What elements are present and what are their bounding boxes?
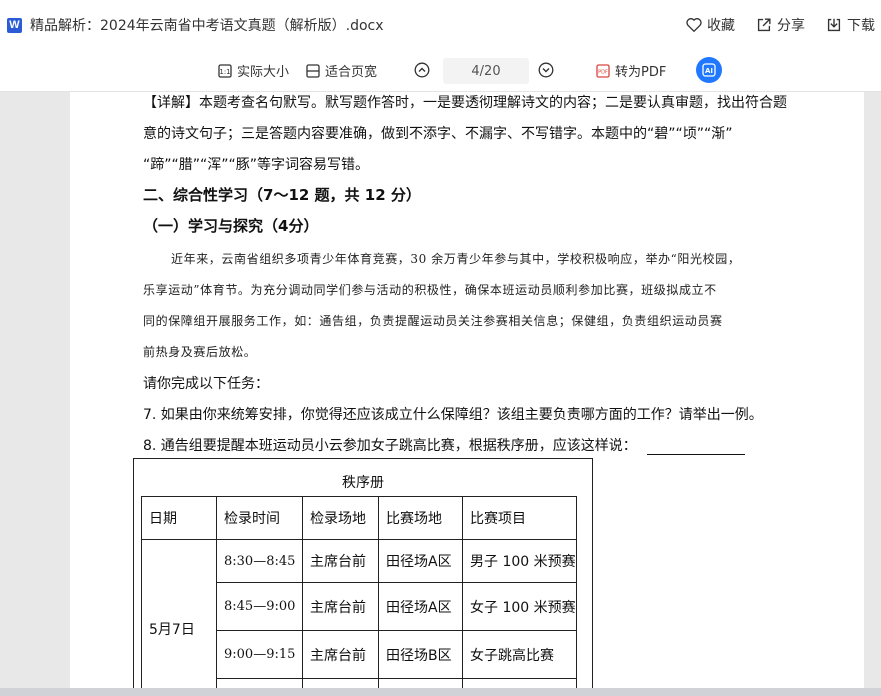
table-cell [216,678,303,688]
passage-line-3: 同的保障组开展服务工作，如：通告组，负责提醒运动员关注参赛相关信息；保健组，负责… [143,314,723,328]
share-icon [757,18,771,32]
table-cell: 女子 100 米预赛 [462,582,577,631]
schedule-table-caption: 秩序册 [342,475,384,491]
header-checkin-time: 检录时间 [216,496,303,540]
header-competition-venue: 比赛场地 [378,496,463,540]
svg-text:AI: AI [705,67,713,75]
ai-assistant-button[interactable]: AI [696,57,722,83]
share-label: 分享 [777,18,805,34]
to-pdf-label: 转为PDF [615,65,667,80]
actual-size-icon: 1:1 [218,63,232,78]
answer-blank [646,441,745,455]
fit-page-icon [306,63,320,78]
analysis-line-2: 意的诗文句子；三是答题内容要准确，做到不添字、不漏字、不写错字。本题中的“碧”“… [143,126,733,142]
fit-page-button[interactable]: 适合页宽 [306,50,377,91]
question-8: 8. 通告组要提醒本班运动员小云参加女子跳高比赛，根据秩序册，应该这样说： [143,435,745,455]
svg-text:1:1: 1:1 [219,68,230,76]
task-intro: 请你完成以下任务： [143,376,269,392]
sub-heading: （一）学习与探究（4分） [143,217,319,235]
title-actions: 收藏 分享 下载 [665,0,875,50]
download-label: 下载 [847,18,875,34]
table-cell: 田径场A区 [378,582,463,631]
date-cell: 5月7日 [141,539,217,688]
schedule-table: 日期 检录时间 检录场地 比赛场地 比赛项目 5月7日 8:30—8:45 主席… [141,496,577,688]
passage-line-2: 乐享运动”体育节。为充分调动同学们参与活动的积极性，确保本班运动员顺利参加比赛，… [143,283,717,297]
download-button[interactable]: 下载 [825,15,875,35]
next-page-icon[interactable] [538,62,554,78]
table-cell: 8:30—8:45 [216,539,303,583]
ai-assistant-icon: AI [702,63,716,77]
title-bar: W 精品解析：2024年云南省中考语文真题（解析版）.docx 收藏 分享 下载 [0,0,881,50]
document-page: 【详解】本题考查名句默写。默写题作答时，一是要透彻理解诗文的内容；二是要认真审题… [70,92,864,688]
convert-to-pdf-button[interactable]: PDF 转为PDF [596,50,666,91]
table-cell: 8:45—9:00 [216,582,303,631]
table-cell: 主席台前 [302,582,379,631]
actual-size-label: 实际大小 [237,65,290,80]
table-cell: 田径场B区 [378,630,463,679]
passage-line-4: 前热身及赛后放松。 [143,345,257,359]
analysis-line-1: 【详解】本题考查名句默写。默写题作答时，一是要透彻理解诗文的内容；二是要认真审题… [143,95,787,111]
table-cell: 男子 100 米预赛 [462,539,577,583]
word-logo-icon: W [7,17,22,33]
table-cell [378,678,463,688]
favorite-button[interactable]: 收藏 [685,15,735,35]
share-button[interactable]: 分享 [755,15,805,35]
table-cell: 主席台前 [302,630,379,679]
table-header-row: 日期 检录时间 检录场地 比赛场地 比赛项目 [141,496,577,540]
actual-size-button[interactable]: 1:1 实际大小 [218,50,289,91]
table-cell: 田径场A区 [378,539,463,583]
prev-page-icon[interactable] [414,62,430,78]
viewer-toolbar: 1:1 实际大小 适合页宽 4/20 PDF 转为PDF [0,50,881,92]
download-icon [827,18,841,32]
document-title: 精品解析：2024年云南省中考语文真题（解析版）.docx [30,18,384,34]
table-cell: 女子跳高比赛 [462,630,577,679]
table-cell: 9:00—9:15 [216,630,303,679]
section-heading: 二、综合性学习（7～12 题，共 12 分） [143,186,421,204]
header-checkin-venue: 检录场地 [302,496,379,540]
horizontal-scrollbar[interactable] [0,688,881,696]
question-8-text: 8. 通告组要提醒本班运动员小云参加女子跳高比赛，根据秩序册，应该这样说： [143,438,637,454]
header-date: 日期 [141,496,217,540]
passage-line-1: 近年来，云南省组织多项青少年体育竞赛，30 余万青少年参与其中，学校积极响应，举… [171,252,741,266]
favorite-label: 收藏 [707,18,735,34]
table-row: 5月7日 8:30—8:45 主席台前 田径场A区 男子 100 米预赛 [141,539,577,688]
fit-page-label: 适合页宽 [325,65,378,80]
question-7: 7. 如果由你来统筹安排，你觉得还应该成立什么保障组？该组主要负责哪方面的工作？… [143,407,763,423]
svg-text:PDF: PDF [598,69,608,75]
heart-icon [686,18,702,32]
pdf-icon: PDF [596,63,610,78]
table-cell [462,678,577,688]
analysis-line-3: “蹄”“腊”“浑”“豚”等字词容易写错。 [143,157,370,173]
header-event: 比赛项目 [462,496,577,540]
page-indicator[interactable]: 4/20 [443,58,529,84]
table-cell [302,678,379,688]
table-cell: 主席台前 [302,539,379,583]
